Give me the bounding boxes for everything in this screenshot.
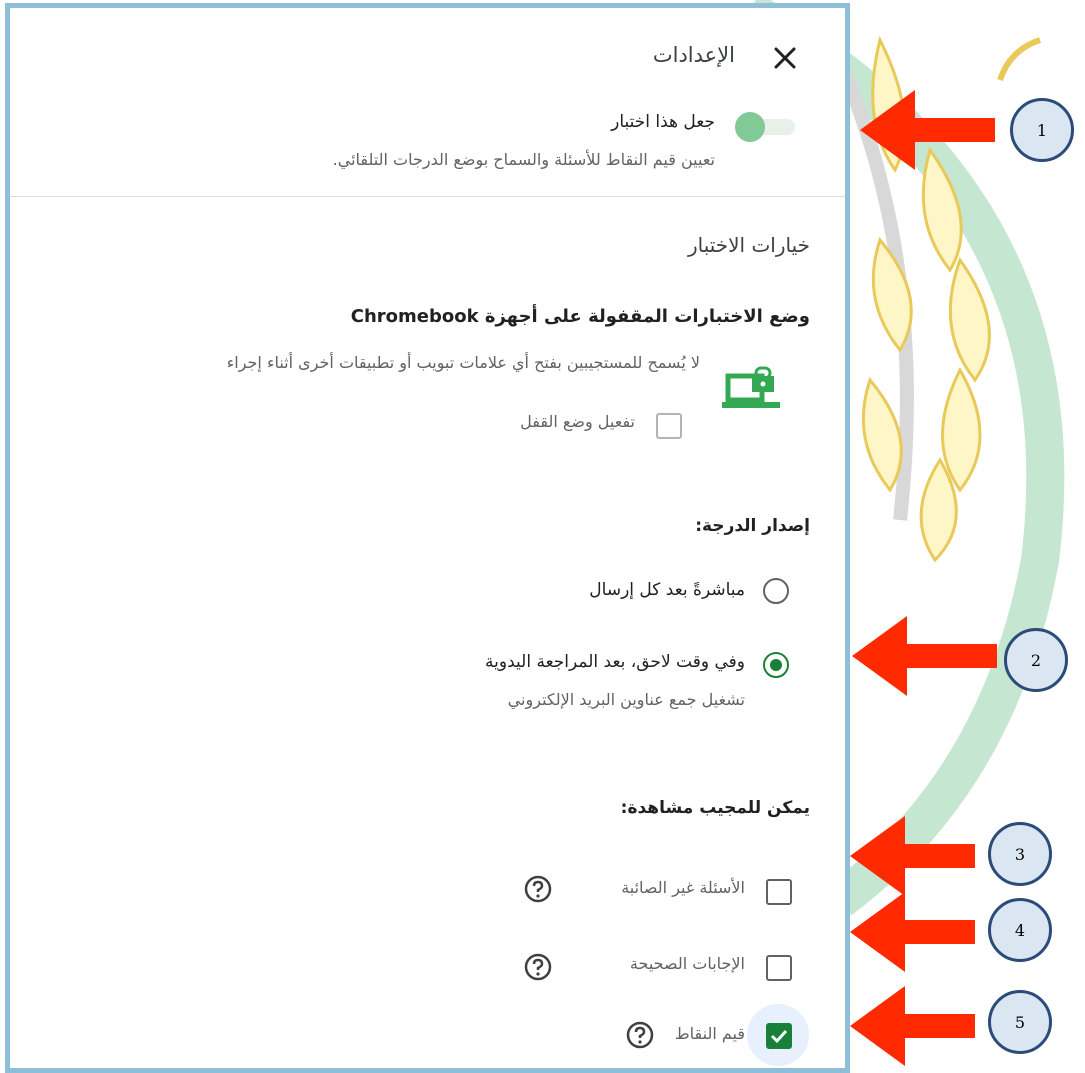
red-arrow-icon (850, 986, 975, 1066)
checkbox-box (766, 879, 792, 905)
annotation-3: 3 (988, 822, 1052, 886)
red-arrow-icon (850, 816, 975, 896)
red-arrow-icon (850, 892, 975, 972)
annotation-1: 1 (1010, 98, 1074, 162)
radio-immediately-label: مباشرةً بعد كل إرسال (589, 580, 745, 600)
annotation-2: 2 (1004, 628, 1068, 692)
quiz-toggle-description: تعيين قيم النقاط للأسئلة والسماح بوضع ال… (332, 150, 715, 169)
checkbox-point-values[interactable] (747, 1004, 809, 1066)
point-values-label: قيم النقاط (674, 1024, 745, 1043)
help-icon[interactable] (625, 1020, 655, 1050)
chromebook-lock-icon (722, 362, 780, 410)
annotation-4: 4 (988, 898, 1052, 962)
quiz-options-title: خيارات الاختبار (687, 233, 810, 257)
checkbox-missed-questions[interactable] (761, 874, 795, 908)
locked-mode-description: لا يُسمح للمستجيبين بفتح أي علامات تبويب… (226, 353, 700, 372)
quiz-toggle[interactable] (735, 110, 795, 142)
close-icon (774, 47, 796, 69)
respondent-can-see-title: يمكن للمجيب مشاهدة: (620, 798, 810, 818)
divider (10, 196, 845, 197)
lock-mode-checkbox[interactable] (651, 408, 685, 442)
lock-mode-checkbox-label: تفعيل وضع القفل (520, 412, 635, 431)
red-arrow-icon (860, 90, 995, 170)
checkbox-box (766, 955, 792, 981)
check-icon (770, 1029, 788, 1044)
toggle-thumb (735, 112, 765, 142)
radio-later-description: تشغيل جمع عناوين البريد الإلكتروني (507, 690, 745, 709)
radio-later-manual-review[interactable] (759, 648, 793, 682)
locked-mode-title: وضع الاختبارات المقفولة على أجهزة Chrome… (350, 306, 810, 327)
correct-answers-label: الإجابات الصحيحة (629, 954, 745, 973)
help-icon[interactable] (523, 874, 553, 904)
release-grade-title: إصدار الدرجة: (695, 516, 810, 536)
radio-immediately[interactable] (759, 574, 793, 608)
quiz-toggle-label: جعل هذا اختبار (611, 112, 715, 132)
missed-questions-label: الأسئلة غير الصائبة (621, 878, 745, 897)
settings-title: الإعدادات (652, 43, 735, 67)
annotation-5: 5 (988, 990, 1052, 1054)
checkbox-box (656, 413, 682, 439)
radio-later-label: وفي وقت لاحق، بعد المراجعة اليدوية (485, 652, 745, 672)
settings-panel: الإعدادات جعل هذا اختبار تعيين قيم النقا… (5, 3, 850, 1073)
help-icon[interactable] (523, 952, 553, 982)
radio-dot (770, 659, 782, 671)
close-button[interactable] (765, 38, 805, 78)
red-arrow-icon (852, 616, 997, 696)
checkbox-correct-answers[interactable] (761, 950, 795, 984)
radio-ring (763, 578, 789, 604)
